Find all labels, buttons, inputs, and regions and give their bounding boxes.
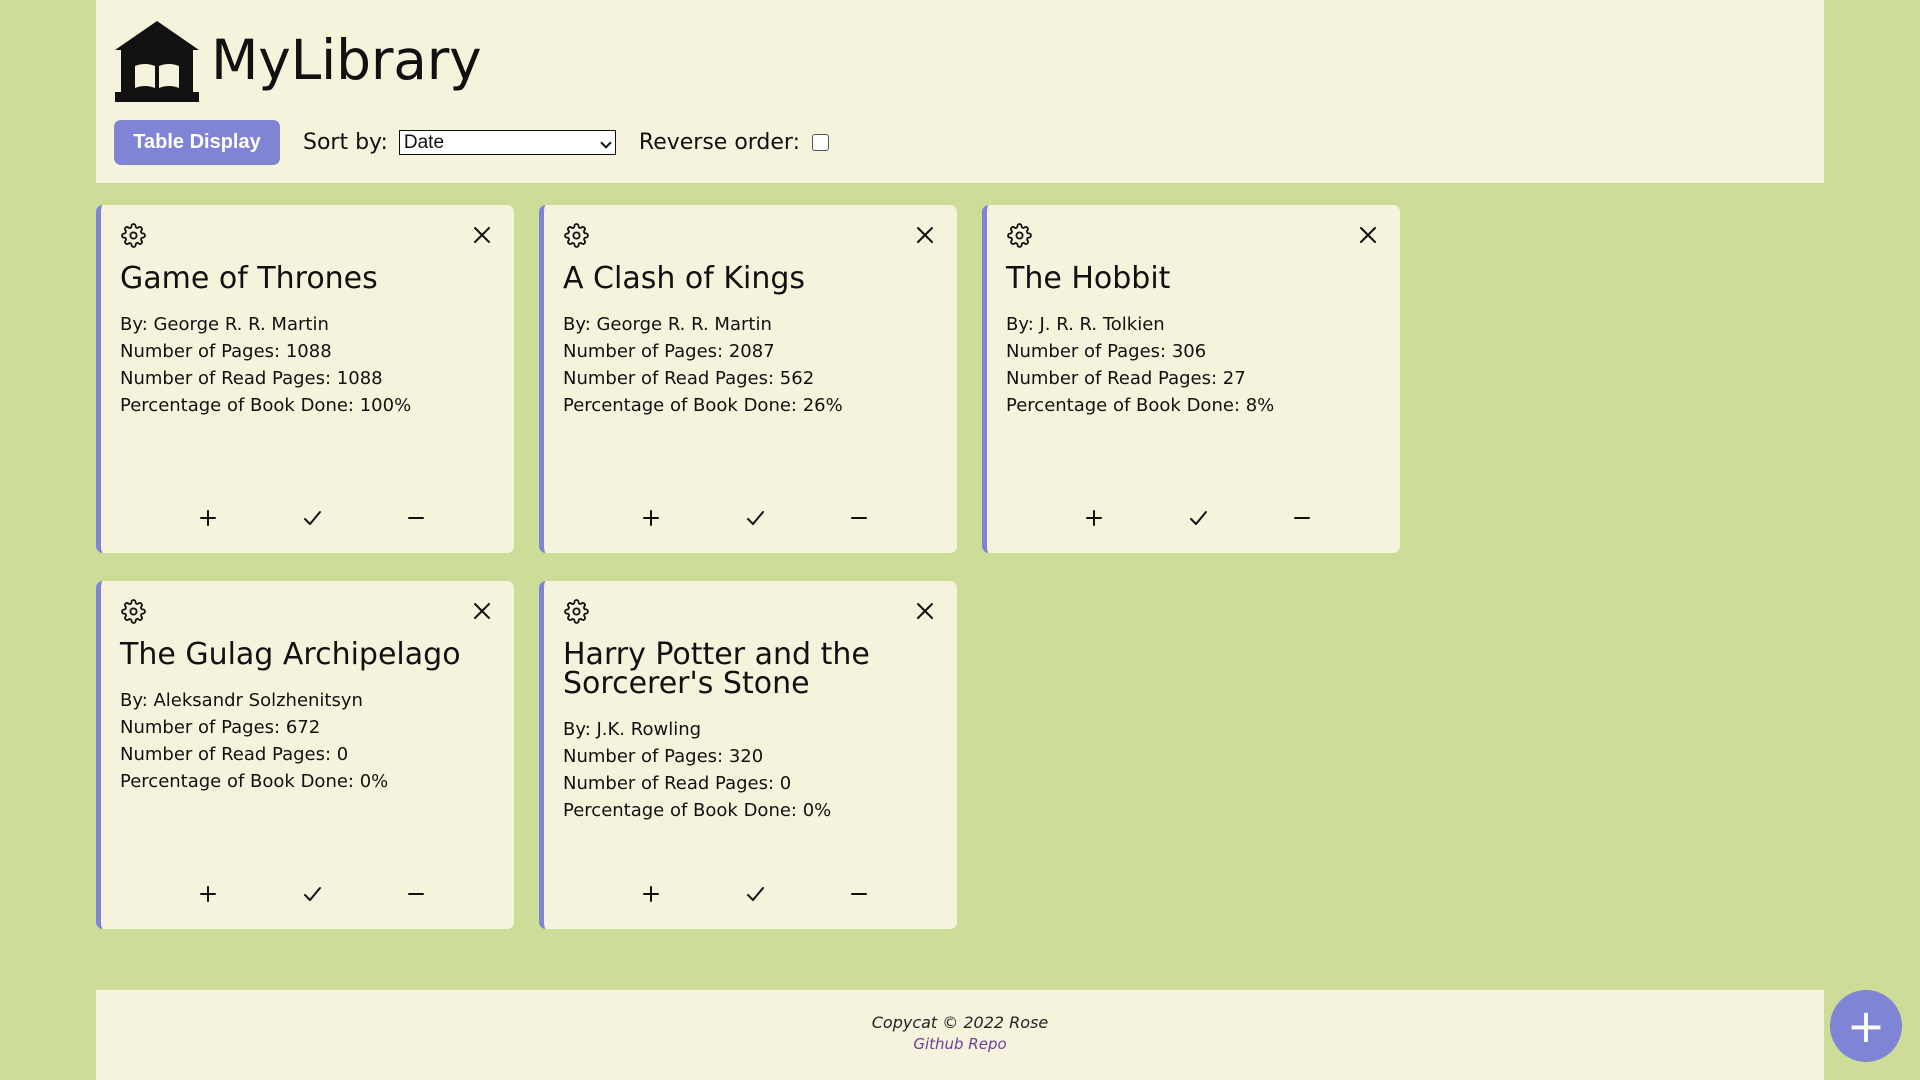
book-author: By: J. R. R. Tolkien — [1006, 314, 1165, 335]
github-repo-link[interactable]: Github Repo — [96, 1035, 1824, 1053]
sort-label: Sort by: — [303, 130, 388, 155]
close-icon[interactable] — [915, 601, 935, 621]
book-card: Game of Thrones By: George R. R. Martin … — [96, 205, 514, 553]
brand: MyLibrary — [113, 17, 482, 104]
book-read-pages: Number of Read Pages: 1088 — [120, 368, 383, 389]
close-icon[interactable] — [1358, 225, 1378, 245]
book-author: By: J.K. Rowling — [563, 719, 702, 740]
book-title: The Gulag Archipelago — [120, 637, 461, 672]
gear-icon[interactable] — [121, 223, 146, 248]
book-pages: Number of Pages: 672 — [120, 717, 321, 738]
add-book-button[interactable]: + — [1830, 990, 1902, 1062]
book-read-pages: Number of Read Pages: 0 — [563, 773, 792, 794]
book-info: By: George R. R. Martin Number of Pages:… — [120, 311, 411, 419]
book-actions — [197, 883, 427, 905]
minus-icon[interactable] — [1291, 507, 1313, 529]
check-icon[interactable] — [1187, 507, 1209, 529]
minus-icon[interactable] — [405, 507, 427, 529]
library-icon — [115, 21, 199, 102]
header: MyLibrary Table Display Sort by: Date Re… — [96, 0, 1824, 183]
sort-select[interactable]: Date — [398, 130, 616, 155]
book-actions — [640, 883, 870, 905]
book-title: The Hobbit — [1006, 261, 1171, 296]
check-icon[interactable] — [744, 883, 766, 905]
book-title: Game of Thrones — [120, 261, 378, 296]
book-actions — [197, 507, 427, 529]
chevron-down-icon — [600, 137, 612, 149]
book-percent: Percentage of Book Done: 100% — [120, 395, 412, 416]
table-display-button[interactable]: Table Display — [114, 120, 280, 165]
book-title: A Clash of Kings — [563, 261, 806, 296]
book-actions — [640, 507, 870, 529]
book-actions — [1083, 507, 1313, 529]
book-info: By: J.K. Rowling Number of Pages: 320 Nu… — [563, 716, 831, 824]
book-card: Harry Potter and the Sorcerer's Stone By… — [539, 581, 957, 929]
book-info: By: Aleksandr Solzhenitsyn Number of Pag… — [120, 687, 388, 795]
book-info: By: J. R. R. Tolkien Number of Pages: 30… — [1006, 311, 1274, 419]
book-pages: Number of Pages: 306 — [1006, 341, 1207, 362]
book-pages: Number of Pages: 2087 — [563, 341, 775, 362]
plus-icon[interactable] — [640, 883, 662, 905]
book-percent: Percentage of Book Done: 8% — [1006, 395, 1275, 416]
plus-icon[interactable] — [197, 883, 219, 905]
book-author: By: George R. R. Martin — [120, 314, 329, 335]
plus-icon[interactable] — [197, 507, 219, 529]
book-info: By: George R. R. Martin Number of Pages:… — [563, 311, 843, 419]
reverse-order-checkbox[interactable] — [812, 134, 830, 151]
footer: Copycat © 2022 Rose Github Repo — [96, 990, 1824, 1080]
minus-icon[interactable] — [848, 507, 870, 529]
sort-select-value: Date — [403, 132, 445, 153]
gear-icon[interactable] — [1007, 223, 1032, 248]
gear-icon[interactable] — [121, 599, 146, 624]
check-icon[interactable] — [301, 507, 323, 529]
toolbar: Table Display Sort by: Date Reverse orde… — [114, 120, 830, 165]
book-card: The Hobbit By: J. R. R. Tolkien Number o… — [982, 205, 1400, 553]
book-pages: Number of Pages: 320 — [563, 746, 764, 767]
minus-icon[interactable] — [848, 883, 870, 905]
check-icon[interactable] — [301, 883, 323, 905]
check-icon[interactable] — [744, 507, 766, 529]
close-icon[interactable] — [915, 225, 935, 245]
book-author: By: George R. R. Martin — [563, 314, 772, 335]
book-read-pages: Number of Read Pages: 562 — [563, 368, 815, 389]
book-percent: Percentage of Book Done: 0% — [120, 771, 389, 792]
book-title: Harry Potter and the Sorcerer's Stone — [563, 637, 870, 701]
footer-copyright: Copycat © 2022 Rose — [871, 1013, 1049, 1032]
book-card: The Gulag Archipelago By: Aleksandr Solz… — [96, 581, 514, 929]
gear-icon[interactable] — [564, 599, 589, 624]
plus-icon[interactable] — [640, 507, 662, 529]
minus-icon[interactable] — [405, 883, 427, 905]
book-percent: Percentage of Book Done: 26% — [563, 395, 843, 416]
plus-icon[interactable] — [1083, 507, 1105, 529]
app-title: MyLibrary — [211, 28, 482, 92]
book-author: By: Aleksandr Solzhenitsyn — [120, 690, 363, 711]
reverse-order-label: Reverse order: — [638, 130, 801, 155]
book-read-pages: Number of Read Pages: 27 — [1006, 368, 1246, 389]
close-icon[interactable] — [472, 601, 492, 621]
book-read-pages: Number of Read Pages: 0 — [120, 744, 349, 765]
book-pages: Number of Pages: 1088 — [120, 341, 332, 362]
close-icon[interactable] — [472, 225, 492, 245]
book-card: A Clash of Kings By: George R. R. Martin… — [539, 205, 957, 553]
book-percent: Percentage of Book Done: 0% — [563, 800, 832, 821]
gear-icon[interactable] — [564, 223, 589, 248]
